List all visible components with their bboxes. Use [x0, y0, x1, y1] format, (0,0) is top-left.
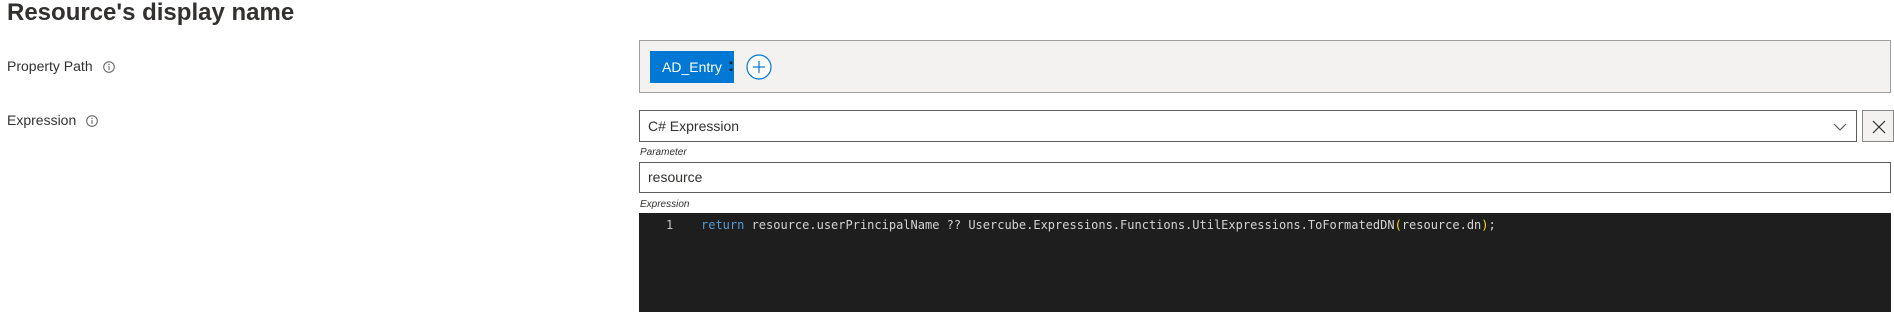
- property-path-label: Property Path: [7, 58, 93, 74]
- code-text: resource.userPrincipalName ?? Usercube.E…: [744, 218, 1395, 232]
- add-circle-icon[interactable]: [746, 54, 772, 80]
- line-number: 1: [666, 218, 674, 232]
- parameter-label: Parameter: [640, 147, 687, 158]
- expression-type-value: C# Expression: [648, 118, 740, 134]
- code-end: ;: [1488, 218, 1496, 232]
- property-path-label-row: Property Path: [7, 58, 115, 74]
- clear-expression-button[interactable]: [1862, 110, 1894, 142]
- property-path-field: AD_Entry :: [639, 40, 1891, 93]
- expression-type-dropdown[interactable]: C# Expression: [639, 110, 1857, 142]
- info-icon[interactable]: [86, 114, 99, 127]
- code-line[interactable]: return resource.userPrincipalName ?? Use…: [701, 216, 1496, 234]
- code-open-paren: (: [1394, 218, 1402, 232]
- close-icon: [1872, 120, 1886, 134]
- property-path-separator: :: [728, 55, 734, 75]
- expression-label: Expression: [7, 112, 77, 128]
- code-args: resource.dn: [1401, 218, 1482, 232]
- code-close-paren: ): [1481, 218, 1489, 232]
- property-path-chip[interactable]: AD_Entry: [650, 51, 734, 83]
- info-icon[interactable]: [102, 60, 115, 73]
- chevron-down-icon[interactable]: [1832, 119, 1848, 135]
- section-title: Resource's display name: [7, 0, 295, 26]
- expression-editor-label: Expression: [640, 199, 690, 210]
- resource-display-name-panel: Resource's display name Property Path AD…: [0, 0, 1894, 312]
- code-editor[interactable]: 1 return resource.userPrincipalName ?? U…: [639, 213, 1891, 312]
- expression-label-row: Expression: [7, 112, 99, 128]
- code-keyword: return: [701, 218, 745, 232]
- parameter-input[interactable]: resource: [639, 162, 1891, 193]
